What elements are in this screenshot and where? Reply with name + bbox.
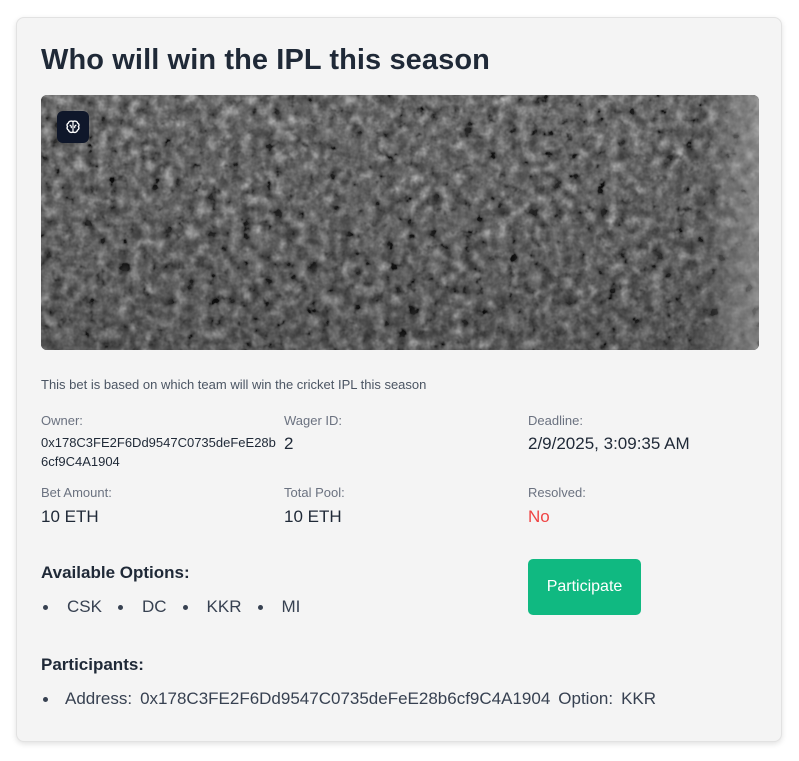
option-item: CSK [41, 597, 102, 617]
wager-id-label: Wager ID: [284, 413, 343, 428]
brain-badge [57, 111, 89, 143]
wager-id-value: 2 [284, 434, 294, 453]
options-list: CSK DC KKR MI [41, 597, 314, 617]
resolved-label: Resolved: [528, 485, 586, 500]
participant-address-label: Address: [65, 689, 133, 708]
bet-image [41, 95, 759, 350]
bet-title: Who will win the IPL this season [41, 44, 490, 76]
participants-list: Address: 0x178C3FE2F6Dd9547C0735deFeE28b… [41, 689, 656, 709]
participants-heading: Participants: [41, 655, 144, 674]
total-pool-value: 10 ETH [284, 507, 342, 526]
resolved-status: No [528, 507, 550, 526]
bet-amount-value: 10 ETH [41, 507, 99, 526]
total-pool-label: Total Pool: [284, 485, 345, 500]
bet-image-texture [41, 95, 759, 350]
bet-card: Who will win the IPL this season This be… [16, 17, 782, 742]
options-heading: Available Options: [41, 563, 190, 582]
participant-item: Address: 0x178C3FE2F6Dd9547C0735deFeE28b… [41, 689, 656, 709]
option-item: KKR [181, 597, 242, 617]
bet-description: This bet is based on which team will win… [41, 377, 427, 392]
bet-amount-label: Bet Amount: [41, 485, 112, 500]
owner-address: 0x178C3FE2F6Dd9547C0735deFeE28b6cf9C4A19… [41, 435, 276, 469]
owner-label: Owner: [41, 413, 83, 428]
deadline-value: 2/9/2025, 3:09:35 AM [528, 434, 690, 453]
participate-button[interactable]: Participate [528, 559, 641, 615]
option-item: DC [116, 597, 167, 617]
deadline-label: Deadline: [528, 413, 583, 428]
brain-icon [66, 120, 80, 134]
option-item: MI [256, 597, 301, 617]
participant-option: KKR [621, 689, 657, 708]
participant-option-label: Option: [558, 689, 614, 708]
participant-address: 0x178C3FE2F6Dd9547C0735deFeE28b6cf9C4A19… [140, 689, 551, 708]
